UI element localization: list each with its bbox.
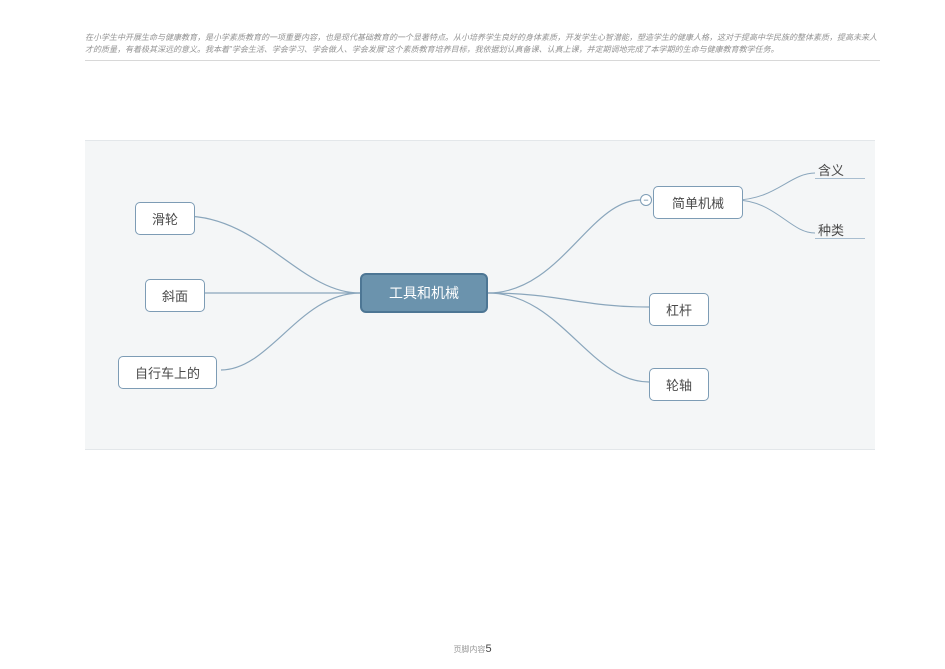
central-node[interactable]: 工具和机械	[360, 273, 488, 313]
central-node-label: 工具和机械	[389, 283, 459, 303]
leaf-meaning[interactable]: 含义	[818, 160, 844, 179]
node-label: 简单机械	[672, 193, 724, 212]
header-paragraph: 在小学生中开展生命与健康教育，是小学素质教育的一项重要内容，也是现代基础教育的一…	[85, 32, 880, 61]
node-simple-machine[interactable]: 简单机械	[653, 186, 743, 219]
node-label: 杠杆	[666, 300, 692, 319]
minus-icon: −	[643, 196, 648, 205]
leaf-label: 种类	[818, 223, 844, 238]
node-incline[interactable]: 斜面	[145, 279, 205, 312]
node-lever[interactable]: 杠杆	[649, 293, 709, 326]
node-pulley[interactable]: 滑轮	[135, 202, 195, 235]
leaf-label: 含义	[818, 163, 844, 178]
node-bicycle[interactable]: 自行车上的	[118, 356, 217, 389]
page-footer: 页脚内容5	[0, 639, 945, 657]
node-label: 轮轴	[666, 375, 692, 394]
footer-page-number: 5	[485, 643, 491, 655]
node-label: 滑轮	[152, 209, 178, 228]
collapse-toggle[interactable]: −	[640, 194, 652, 206]
footer-label: 页脚内容	[453, 645, 485, 654]
node-label: 斜面	[162, 286, 188, 305]
node-wheel-axle[interactable]: 轮轴	[649, 368, 709, 401]
node-label: 自行车上的	[135, 363, 200, 382]
leaf-type[interactable]: 种类	[818, 220, 844, 239]
